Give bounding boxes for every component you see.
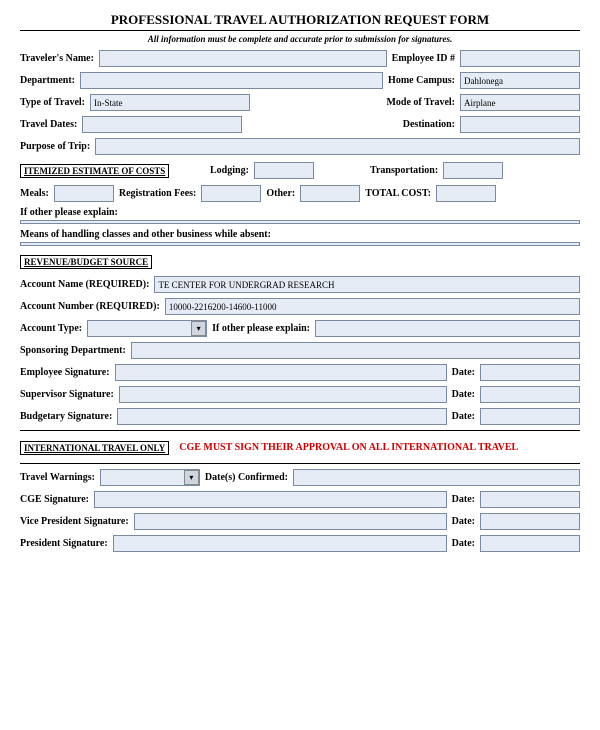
form-title: PROFESSIONAL TRAVEL AUTHORIZATION REQUES…	[20, 12, 580, 28]
mode-of-travel-input[interactable]: Airplane	[460, 94, 580, 111]
account-number-label: Account Number (REQUIRED):	[20, 301, 160, 312]
destination-label: Destination:	[403, 119, 455, 130]
revenue-section-header: REVENUE/BUDGET SOURCE	[20, 255, 152, 269]
travel-dates-input[interactable]	[82, 116, 242, 133]
traveler-name-input[interactable]	[99, 50, 387, 67]
means-input[interactable]	[20, 242, 580, 246]
purpose-input[interactable]	[95, 138, 580, 155]
intl-rule-2	[20, 463, 580, 464]
sponsoring-label: Sponsoring Department:	[20, 345, 126, 356]
type-of-travel-label: Type of Travel:	[20, 97, 85, 108]
emp-sig-input[interactable]	[115, 364, 447, 381]
cge-sig-label: CGE Signature:	[20, 494, 89, 505]
account-type-label: Account Type:	[20, 323, 82, 334]
vp-sig-input[interactable]	[134, 513, 447, 530]
transportation-label: Transportation:	[370, 165, 438, 176]
dates-confirmed-input[interactable]	[293, 469, 580, 486]
title-rule	[20, 30, 580, 31]
other-explain-input[interactable]	[20, 220, 580, 224]
home-campus-label: Home Campus:	[388, 75, 455, 86]
meals-input[interactable]	[54, 185, 114, 202]
sup-date-input[interactable]	[480, 386, 580, 403]
means-label: Means of handling classes and other busi…	[20, 229, 580, 240]
warnings-select[interactable]: ▾	[100, 469, 200, 486]
travel-dates-label: Travel Dates:	[20, 119, 77, 130]
other-input[interactable]	[300, 185, 360, 202]
registration-input[interactable]	[201, 185, 261, 202]
cge-date-input[interactable]	[480, 491, 580, 508]
home-campus-input[interactable]: Dahlonega	[460, 72, 580, 89]
other-explain-label: If other please explain:	[20, 207, 580, 218]
bud-sig-input[interactable]	[117, 408, 446, 425]
emp-date-input[interactable]	[480, 364, 580, 381]
department-label: Department:	[20, 75, 75, 86]
warnings-label: Travel Warnings:	[20, 472, 95, 483]
lodging-label: Lodging:	[210, 165, 249, 176]
registration-label: Registration Fees:	[119, 188, 196, 199]
account-type-other-input[interactable]	[315, 320, 580, 337]
sponsoring-input[interactable]	[131, 342, 580, 359]
pres-date-label: Date:	[452, 538, 475, 549]
emp-date-label: Date:	[452, 367, 475, 378]
cge-sig-input[interactable]	[94, 491, 447, 508]
bud-date-input[interactable]	[480, 408, 580, 425]
lodging-input[interactable]	[254, 162, 314, 179]
traveler-name-label: Traveler's Name:	[20, 53, 94, 64]
pres-date-input[interactable]	[480, 535, 580, 552]
bud-date-label: Date:	[452, 411, 475, 422]
chevron-down-icon: ▾	[184, 470, 199, 485]
bud-sig-label: Budgetary Signature:	[20, 411, 112, 422]
chevron-down-icon: ▾	[191, 321, 206, 336]
type-of-travel-input[interactable]: In-State	[90, 94, 250, 111]
pres-sig-input[interactable]	[113, 535, 447, 552]
purpose-label: Purpose of Trip:	[20, 141, 90, 152]
account-name-label: Account Name (REQUIRED):	[20, 279, 149, 290]
account-type-other-label: If other please explain:	[212, 323, 310, 334]
itemized-section-header: ITEMIZED ESTIMATE OF COSTS	[20, 164, 169, 178]
intl-section-header: INTERNATIONAL TRAVEL ONLY	[20, 441, 169, 455]
intl-rule	[20, 430, 580, 431]
vp-sig-label: Vice President Signature:	[20, 516, 129, 527]
dates-confirmed-label: Date(s) Confirmed:	[205, 472, 288, 483]
meals-label: Meals:	[20, 188, 49, 199]
form-subtitle: All information must be complete and acc…	[20, 34, 580, 44]
account-number-input[interactable]: 10000-2216200-14600-11000	[165, 298, 580, 315]
cge-date-label: Date:	[452, 494, 475, 505]
other-label: Other:	[266, 188, 295, 199]
transportation-input[interactable]	[443, 162, 503, 179]
employee-id-label: Employee ID #	[392, 53, 455, 64]
sup-sig-input[interactable]	[119, 386, 447, 403]
mode-of-travel-label: Mode of Travel:	[386, 97, 455, 108]
sup-sig-label: Supervisor Signature:	[20, 389, 114, 400]
pres-sig-label: President Signature:	[20, 538, 108, 549]
destination-input[interactable]	[460, 116, 580, 133]
sup-date-label: Date:	[452, 389, 475, 400]
total-input[interactable]	[436, 185, 496, 202]
vp-date-input[interactable]	[480, 513, 580, 530]
department-input[interactable]	[80, 72, 383, 89]
vp-date-label: Date:	[452, 516, 475, 527]
total-label: TOTAL COST:	[365, 188, 431, 199]
emp-sig-label: Employee Signature:	[20, 367, 110, 378]
account-name-input[interactable]: TE CENTER FOR UNDERGRAD RESEARCH	[154, 276, 580, 293]
account-type-select[interactable]: ▾	[87, 320, 207, 337]
employee-id-input[interactable]	[460, 50, 580, 67]
intl-warning-text: CGE MUST SIGN THEIR APPROVAL ON ALL INTE…	[179, 442, 518, 453]
